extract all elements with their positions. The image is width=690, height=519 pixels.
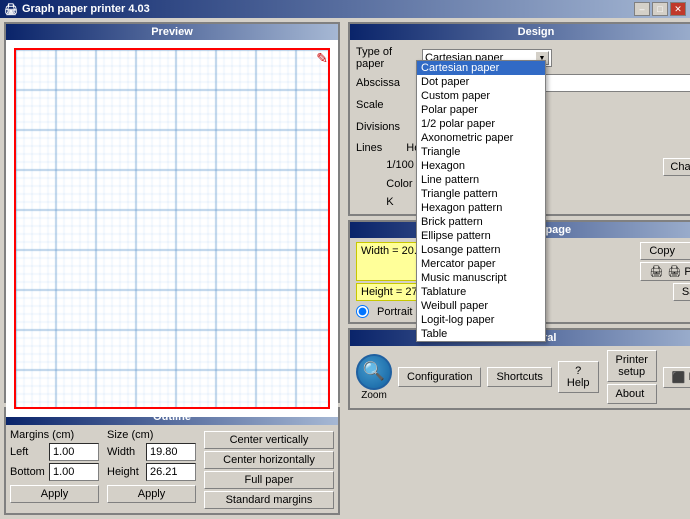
size-height-label: Height [107, 466, 142, 478]
dropdown-item-cartesian[interactable]: Cartesian paper [417, 61, 545, 75]
margins-label: Margins (cm) [10, 429, 74, 441]
printer-setup-button[interactable]: Printer setup [607, 350, 657, 382]
right-panel-wrapper: Design Type of paper Cartesian paper ▼ A… [348, 22, 690, 216]
zoom-label: Zoom [361, 390, 387, 401]
dropdown-list: Cartesian paper Dot paper Custom paper P… [416, 60, 546, 342]
copy-button[interactable]: Copy [640, 242, 690, 260]
dropdown-item-hexpattern[interactable]: Hexagon pattern [417, 201, 545, 215]
preview-header: Preview [6, 24, 338, 40]
margins-apply-button[interactable]: Apply [10, 485, 99, 503]
center-horizontally-button[interactable]: Center horizontally [204, 451, 334, 469]
lines-color-label: Color [386, 178, 412, 190]
save-btn-container: Save [673, 283, 690, 301]
dropdown-item-triangle[interactable]: Triangle [417, 145, 545, 159]
grid-canvas [16, 50, 330, 409]
window-title: 🖨 Graph paper printer 4.03 [4, 3, 150, 16]
dropdown-item-linepattern[interactable]: Line pattern [417, 173, 545, 187]
margins-col: Margins (cm) Left Bottom Apply [10, 429, 99, 503]
size-col: Size (cm) Width Height Apply [107, 429, 196, 503]
zoom-icon[interactable]: 🔍 [356, 354, 392, 390]
outline-action-buttons: Center vertically Center horizontally Fu… [204, 429, 334, 509]
dropdown-item-music[interactable]: Music manuscript [417, 271, 545, 285]
zoom-container: 🔍 Zoom [356, 354, 392, 401]
size-width-label: Width [107, 446, 142, 458]
portrait-radio[interactable] [356, 305, 369, 318]
size-apply-button[interactable]: Apply [107, 485, 196, 503]
size-width-row: Width [107, 443, 196, 461]
dropdown-item-dot[interactable]: Dot paper [417, 75, 545, 89]
margin-bottom-label: Bottom [10, 466, 45, 478]
exit-icon: ⬛ [672, 371, 686, 384]
configuration-button[interactable]: Configuration [398, 367, 481, 387]
general-content: 🔍 Zoom Configuration Shortcuts ? Help Pr… [350, 346, 690, 408]
margins-title-row: Margins (cm) [10, 429, 99, 441]
portrait-label[interactable]: Portrait [377, 306, 412, 318]
divisions-label: Divisions [356, 121, 416, 133]
margin-left-row: Left [10, 443, 99, 461]
center-vertically-button[interactable]: Center vertically [204, 431, 334, 449]
size-width-input[interactable] [146, 443, 196, 461]
margin-bottom-row: Bottom [10, 463, 99, 481]
window-controls: – □ ✕ [634, 2, 686, 16]
standard-margins-button[interactable]: Standard margins [204, 491, 334, 509]
right-panel: Design Type of paper Cartesian paper ▼ A… [344, 18, 690, 519]
margin-left-input[interactable] [49, 443, 99, 461]
margin-bottom-input[interactable] [49, 463, 99, 481]
grid-paper [14, 48, 330, 409]
dropdown-item-hexagon[interactable]: Hexagon [417, 159, 545, 173]
dropdown-item-mercator[interactable]: Mercator paper [417, 257, 545, 271]
size-height-row: Height [107, 463, 196, 481]
margin-left-label: Left [10, 446, 45, 458]
lines-label: Lines [356, 142, 382, 154]
scale-label: Scale [356, 99, 416, 111]
preview-content: ✎ [6, 40, 338, 417]
dropdown-item-axono[interactable]: Axonometric paper [417, 131, 545, 145]
print-buttons: Copy 🖨 🖨 Print [640, 242, 690, 281]
dropdown-item-halfpolar[interactable]: 1/2 polar paper [417, 117, 545, 131]
design-header: Design [350, 24, 690, 40]
maximize-button[interactable]: □ [652, 2, 668, 16]
print-icon: 🖨 [649, 265, 663, 278]
exit-button[interactable]: ⬛ Exit [663, 367, 690, 388]
dropdown-item-tablature[interactable]: Tablature [417, 285, 545, 299]
outline-content: Margins (cm) Left Bottom Apply Size [6, 425, 338, 513]
dropdown-item-brick[interactable]: Brick pattern [417, 215, 545, 229]
type-of-paper-label: Type of paper [356, 46, 416, 70]
dropdown-item-polar[interactable]: Polar paper [417, 103, 545, 117]
print-label: 🖨 Print [667, 265, 690, 278]
dropdown-item-logit[interactable]: Logit-log paper [417, 313, 545, 327]
dropdown-item-table[interactable]: Table [417, 327, 545, 341]
size-height-input[interactable] [146, 463, 196, 481]
corner-marker: ✎ [316, 50, 328, 67]
change-btn-container: Change [663, 158, 690, 176]
size-title-row: Size (cm) [107, 429, 196, 441]
right-gen-buttons: Printer setup About [607, 350, 657, 404]
size-label: Size (cm) [107, 429, 153, 441]
dropdown-item-trianglepattern[interactable]: Triangle pattern [417, 187, 545, 201]
dropdown-item-losange[interactable]: Losange pattern [417, 243, 545, 257]
abscissa-label: Abscissa [356, 77, 416, 89]
about-button[interactable]: About [607, 384, 657, 404]
window-icon: 🖨 [4, 3, 18, 16]
preview-section: Preview ✎ [4, 22, 340, 403]
dropdown-item-custom[interactable]: Custom paper [417, 89, 545, 103]
outline-section: Outline Margins (cm) Left Bottom Appl [4, 407, 340, 515]
change-button[interactable]: Change [663, 158, 690, 176]
save-button[interactable]: Save [673, 283, 690, 301]
close-button[interactable]: ✕ [670, 2, 686, 16]
full-paper-button[interactable]: Full paper [204, 471, 334, 489]
shortcuts-button[interactable]: Shortcuts [487, 367, 551, 387]
help-button[interactable]: ? Help [558, 361, 599, 393]
left-panel: Preview ✎ Outline Margins (cm) Left [0, 18, 344, 519]
k-label: K [386, 196, 393, 208]
print-button[interactable]: 🖨 🖨 Print [640, 262, 690, 281]
minimize-button[interactable]: – [634, 2, 650, 16]
dropdown-item-ellipse[interactable]: Ellipse pattern [417, 229, 545, 243]
title-bar: 🖨 Graph paper printer 4.03 – □ ✕ [0, 0, 690, 18]
dropdown-item-weibull[interactable]: Weibull paper [417, 299, 545, 313]
